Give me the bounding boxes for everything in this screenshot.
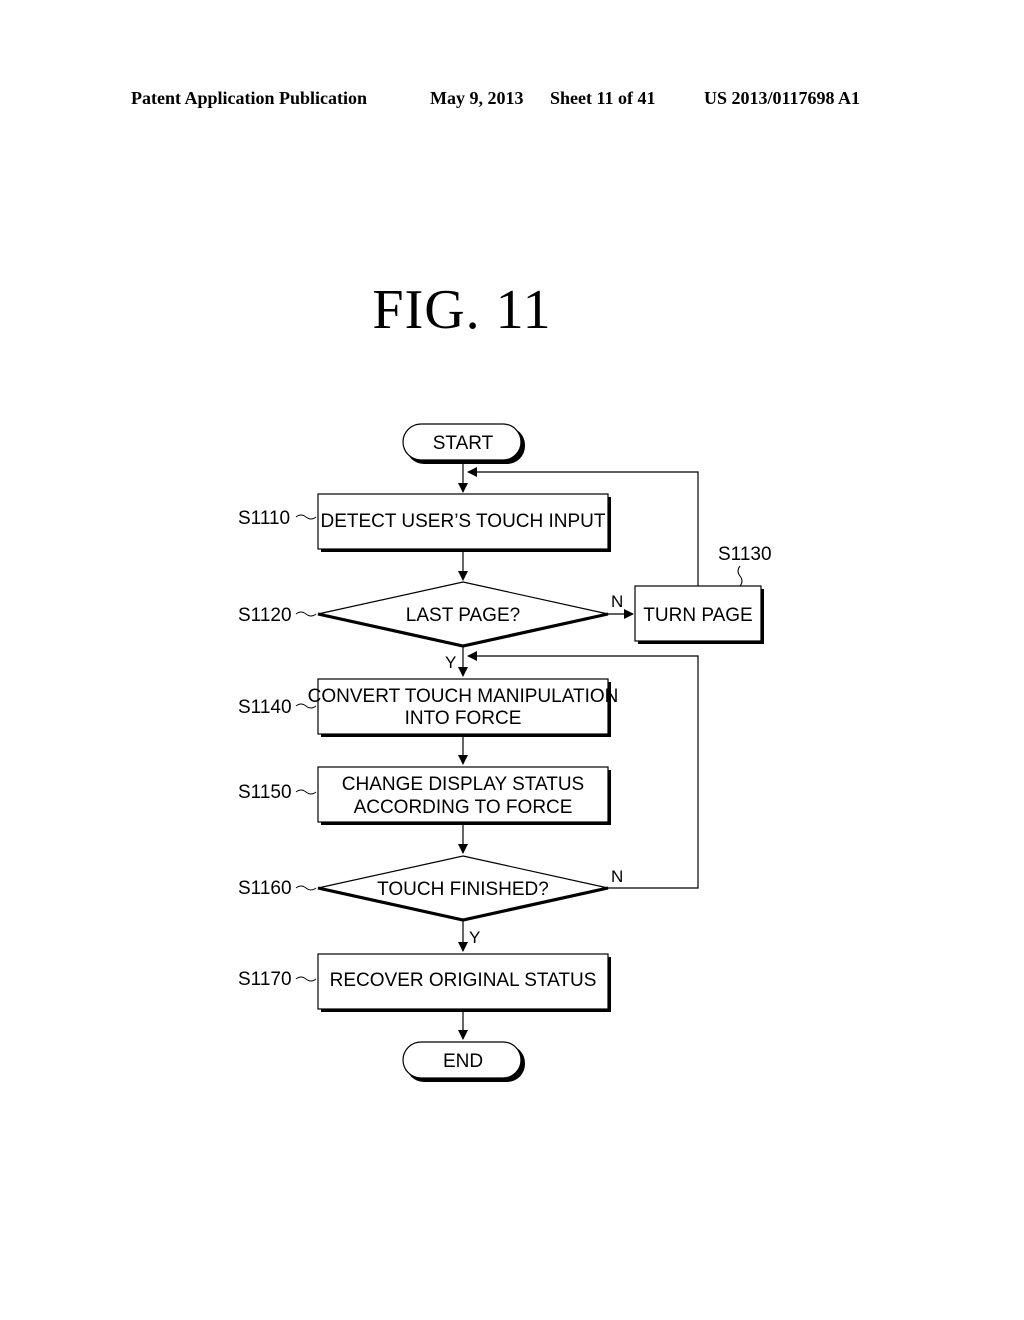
step-s1110: DETECT USER’S TOUCH INPUT bbox=[317, 493, 611, 552]
step-s1130-text: TURN PAGE bbox=[643, 605, 752, 626]
step-s1110-text: DETECT USER’S TOUCH INPUT bbox=[320, 511, 605, 532]
step-s1120-id: S1120 bbox=[238, 605, 292, 626]
step-s1150-id: S1150 bbox=[238, 782, 292, 803]
step-s1170: RECOVER ORIGINAL STATUS bbox=[317, 953, 611, 1012]
decision-s1160: TOUCH FINISHED? bbox=[317, 855, 609, 922]
s1120-yes-label: Y bbox=[445, 653, 456, 672]
step-s1110-id: S1110 bbox=[238, 508, 290, 529]
step-s1150: CHANGE DISPLAY STATUS ACCORDING TO FORCE bbox=[317, 766, 611, 825]
step-s1170-id: S1170 bbox=[238, 969, 292, 990]
s1160-no-label: N bbox=[611, 867, 623, 886]
step-s1140-line2: INTO FORCE bbox=[405, 708, 522, 729]
step-s1150-line1: CHANGE DISPLAY STATUS bbox=[342, 774, 584, 795]
decision-s1120: LAST PAGE? bbox=[317, 581, 609, 648]
start-label: START bbox=[433, 433, 494, 454]
leader-s1150 bbox=[295, 789, 317, 795]
step-s1140-id: S1140 bbox=[238, 697, 292, 718]
end-label: END bbox=[443, 1051, 483, 1072]
flowchart: START DETECT USER’S TOUCH INPUT S1110 LA… bbox=[238, 423, 772, 1082]
decision-s1160-text: TOUCH FINISHED? bbox=[377, 879, 549, 900]
leader-s1170 bbox=[295, 976, 317, 982]
decision-s1120-text: LAST PAGE? bbox=[406, 605, 520, 626]
step-s1170-text: RECOVER ORIGINAL STATUS bbox=[330, 970, 597, 991]
step-s1130-id: S1130 bbox=[718, 544, 772, 565]
start-terminal: START bbox=[402, 423, 525, 464]
s1120-no-label: N bbox=[611, 592, 623, 611]
step-s1140-line1: CONVERT TOUCH MANIPULATION bbox=[308, 686, 619, 707]
leader-s1130 bbox=[737, 565, 743, 587]
end-terminal: END bbox=[402, 1041, 525, 1082]
step-s1150-line2: ACCORDING TO FORCE bbox=[354, 797, 573, 818]
step-s1130: TURN PAGE bbox=[634, 585, 764, 644]
leader-s1110 bbox=[295, 514, 317, 520]
s1160-yes-label: Y bbox=[469, 928, 480, 947]
leader-s1120 bbox=[295, 611, 317, 617]
leader-s1160 bbox=[295, 885, 317, 891]
step-s1140: CONVERT TOUCH MANIPULATION INTO FORCE bbox=[308, 678, 619, 737]
step-s1160-id: S1160 bbox=[238, 878, 292, 899]
